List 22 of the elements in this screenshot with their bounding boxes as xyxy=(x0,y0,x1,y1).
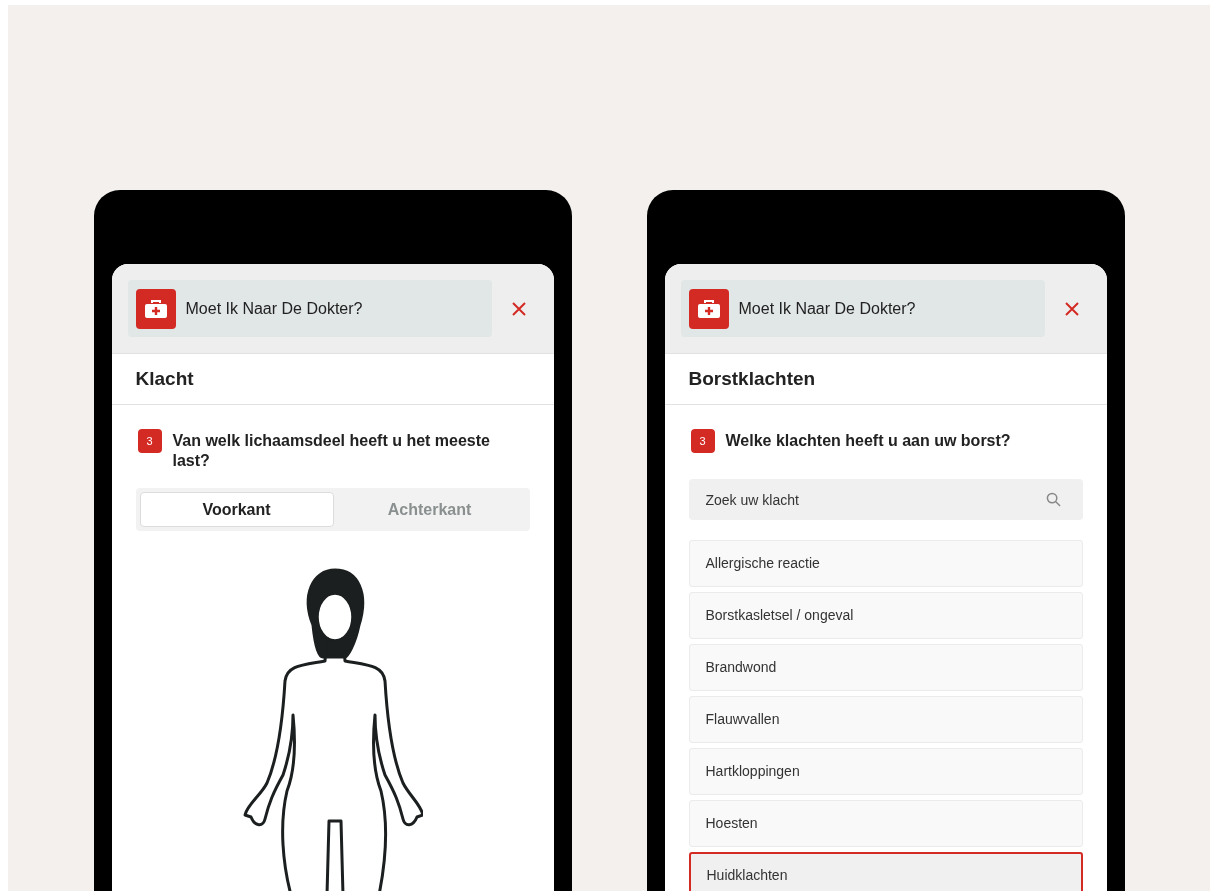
complaint-option[interactable]: Allergische reactie xyxy=(688,540,1083,587)
section-title: Klacht xyxy=(135,366,194,391)
view-tab[interactable]: Voorkant xyxy=(139,492,334,527)
app-title: Moet Ik Naar De Dokter? xyxy=(738,298,916,319)
question-text: Welke klachten heeft u aan uw borst? xyxy=(725,431,1011,451)
complaint-option[interactable]: Huidklachten xyxy=(688,852,1083,891)
search-field[interactable]: Zoek uw klacht xyxy=(688,479,1083,520)
complaint-option[interactable]: Hoesten xyxy=(688,800,1083,847)
first-aid-kit-icon xyxy=(688,288,729,329)
complaint-option[interactable]: Flauwvallen xyxy=(688,696,1083,743)
step-badge: 3 xyxy=(137,429,162,453)
section-title: Borstklachten xyxy=(688,366,816,391)
close-icon xyxy=(510,300,527,317)
app-title: Moet Ik Naar De Dokter? xyxy=(185,298,363,319)
complaint-option[interactable]: Brandwond xyxy=(688,644,1083,691)
question-text: Van welk lichaamsdeel heeft u het meeste last? xyxy=(172,431,491,471)
search-icon xyxy=(1045,492,1061,507)
first-aid-kit-icon xyxy=(135,288,176,329)
complaint-option[interactable]: Hartkloppingen xyxy=(688,748,1083,795)
close-icon xyxy=(1063,300,1080,317)
step-badge: 3 xyxy=(690,429,715,453)
complaint-option[interactable]: Borstkasletsel / ongeval xyxy=(688,592,1083,639)
